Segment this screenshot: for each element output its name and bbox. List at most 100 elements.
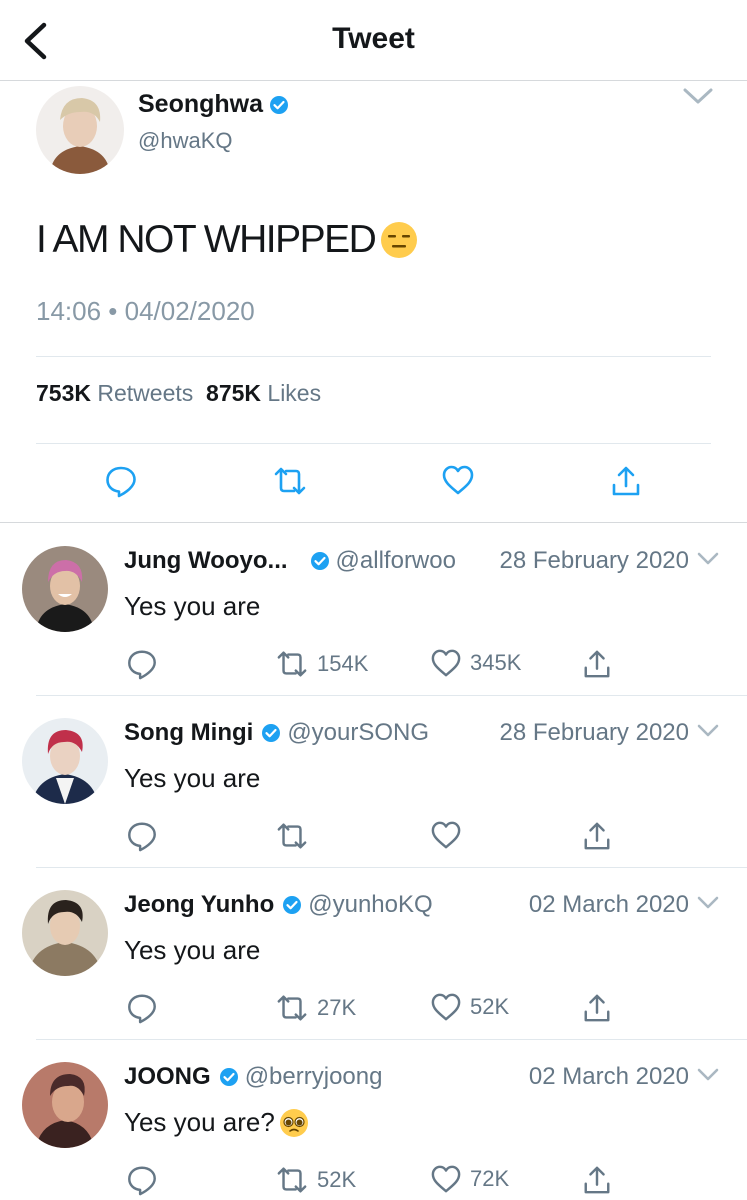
reply-button[interactable] bbox=[126, 1164, 158, 1196]
author-name-text: Seonghwa bbox=[138, 90, 264, 118]
retweet-icon bbox=[274, 467, 306, 495]
reply-author-handle[interactable]: @yunhoKQ bbox=[308, 891, 432, 919]
verified-badge-icon bbox=[269, 95, 289, 115]
reply-tweet[interactable]: Song Mingi @yourSONG 28 February 2020 Ye… bbox=[0, 696, 747, 868]
reply-icon bbox=[128, 650, 156, 680]
retweet-count: 27K bbox=[317, 995, 357, 1020]
reply-button[interactable] bbox=[126, 820, 158, 852]
main-tweet: Seonghwa @hwaKQ I AM NOT WHIPPED 14:06 •… bbox=[0, 82, 747, 523]
reply-date: 02 March 2020 bbox=[528, 1063, 689, 1090]
reply-author-name[interactable]: Jeong Yunho bbox=[124, 891, 274, 919]
share-button[interactable] bbox=[582, 992, 612, 1024]
retweet-icon bbox=[277, 823, 307, 849]
page-title: Tweet bbox=[332, 22, 415, 55]
reply-actions: 52K 72K bbox=[0, 1164, 747, 1200]
share-button[interactable] bbox=[582, 820, 612, 852]
chevron-down-icon bbox=[697, 896, 719, 909]
reply-actions: 27K 52K bbox=[0, 992, 747, 1028]
heart-icon bbox=[442, 465, 474, 495]
tweet-stats: 753K Retweets 875K Likes bbox=[36, 380, 321, 407]
reply-author-handle[interactable]: @berryjoong bbox=[245, 1063, 383, 1091]
tweet-actions bbox=[0, 464, 747, 504]
chevron-down-icon bbox=[697, 1068, 719, 1081]
reply-author-name[interactable]: JOONG bbox=[124, 1063, 211, 1091]
divider bbox=[36, 443, 711, 444]
reply-button[interactable] bbox=[126, 648, 158, 680]
reply-icon bbox=[128, 994, 156, 1024]
avatar[interactable] bbox=[22, 1062, 108, 1148]
reply-icon bbox=[128, 822, 156, 852]
chevron-down-icon bbox=[697, 724, 719, 737]
reply-header: Song Mingi @yourSONG bbox=[124, 719, 429, 747]
like-count: 72K bbox=[470, 1166, 510, 1191]
reply-date: 28 February 2020 bbox=[499, 547, 689, 574]
verified-badge-icon bbox=[261, 723, 281, 743]
heart-icon bbox=[431, 649, 461, 677]
share-button[interactable] bbox=[582, 648, 612, 680]
reply-button[interactable] bbox=[104, 464, 138, 498]
reply-menu-button[interactable] bbox=[697, 896, 719, 915]
share-icon bbox=[584, 650, 610, 678]
like-button[interactable]: 345K bbox=[430, 648, 521, 678]
reply-header: Jung Wooyo... @allforwoo bbox=[124, 547, 456, 575]
avatar[interactable] bbox=[22, 546, 108, 632]
top-bar: Tweet bbox=[0, 0, 747, 81]
like-count: 345K bbox=[470, 650, 522, 675]
reply-author-handle[interactable]: @allforwoo bbox=[336, 547, 456, 575]
avatar[interactable] bbox=[22, 890, 108, 976]
reply-tweet[interactable]: Jung Wooyo... @allforwoo 28 February 202… bbox=[0, 524, 747, 696]
retweet-button[interactable] bbox=[272, 464, 308, 498]
retweet-button[interactable] bbox=[275, 820, 317, 852]
like-button[interactable]: 72K bbox=[430, 1164, 509, 1194]
reply-date: 28 February 2020 bbox=[499, 719, 689, 746]
likes-count[interactable]: 875K bbox=[206, 380, 261, 406]
share-button[interactable] bbox=[610, 464, 642, 498]
like-button[interactable] bbox=[430, 820, 470, 850]
verified-badge-icon bbox=[219, 1067, 239, 1087]
reply-text: Yes you are? bbox=[124, 1107, 309, 1138]
reply-author-name[interactable]: Jung Wooyo... bbox=[124, 547, 288, 575]
avatar[interactable] bbox=[22, 718, 108, 804]
reply-actions: 154K 345K bbox=[0, 648, 747, 684]
reply-text: Yes you are bbox=[124, 591, 261, 621]
tweet-text-content: I AM NOT WHIPPED bbox=[36, 218, 377, 261]
share-icon bbox=[612, 466, 640, 496]
heart-icon bbox=[431, 993, 461, 1021]
reply-tweet[interactable]: Jeong Yunho @yunhoKQ 02 March 2020 Yes y… bbox=[0, 868, 747, 1040]
tweet-timestamp: 14:06 • 04/02/2020 bbox=[36, 296, 255, 326]
reply-button[interactable] bbox=[126, 992, 158, 1024]
chevron-down-icon bbox=[683, 88, 713, 104]
like-button[interactable]: 52K bbox=[430, 992, 509, 1022]
like-button[interactable] bbox=[441, 464, 475, 496]
like-count: 52K bbox=[470, 994, 510, 1019]
retweet-button[interactable]: 154K bbox=[275, 648, 368, 680]
pleading-face-emoji-icon bbox=[279, 1108, 308, 1137]
share-icon bbox=[584, 822, 610, 850]
retweet-icon bbox=[277, 995, 307, 1021]
reply-actions bbox=[0, 820, 747, 856]
reply-menu-button[interactable] bbox=[697, 724, 719, 743]
retweet-button[interactable]: 52K bbox=[275, 1164, 356, 1196]
avatar[interactable] bbox=[36, 86, 124, 174]
tweet-text: I AM NOT WHIPPED bbox=[36, 218, 419, 262]
verified-badge-icon bbox=[310, 551, 330, 571]
retweet-button[interactable]: 27K bbox=[275, 992, 356, 1024]
retweets-label[interactable]: Retweets bbox=[97, 380, 193, 406]
retweet-count: 154K bbox=[317, 651, 369, 676]
likes-label[interactable]: Likes bbox=[267, 380, 321, 406]
heart-icon bbox=[431, 1165, 461, 1193]
author-name[interactable]: Seonghwa bbox=[138, 90, 289, 119]
retweet-icon bbox=[277, 1167, 307, 1193]
reply-menu-button[interactable] bbox=[697, 552, 719, 571]
author-handle[interactable]: @hwaKQ bbox=[138, 128, 232, 154]
reply-menu-button[interactable] bbox=[697, 1068, 719, 1087]
retweets-count[interactable]: 753K bbox=[36, 380, 91, 406]
share-button[interactable] bbox=[582, 1164, 612, 1196]
reply-author-name[interactable]: Song Mingi bbox=[124, 719, 253, 747]
tweet-menu-button[interactable] bbox=[683, 88, 713, 111]
reply-author-handle[interactable]: @yourSONG bbox=[287, 719, 429, 747]
retweet-icon bbox=[277, 651, 307, 677]
reply-text: Yes you are bbox=[124, 763, 261, 793]
chevron-down-icon bbox=[697, 552, 719, 565]
reply-tweet[interactable]: JOONG @berryjoong 02 March 2020 Yes you … bbox=[0, 1040, 747, 1200]
